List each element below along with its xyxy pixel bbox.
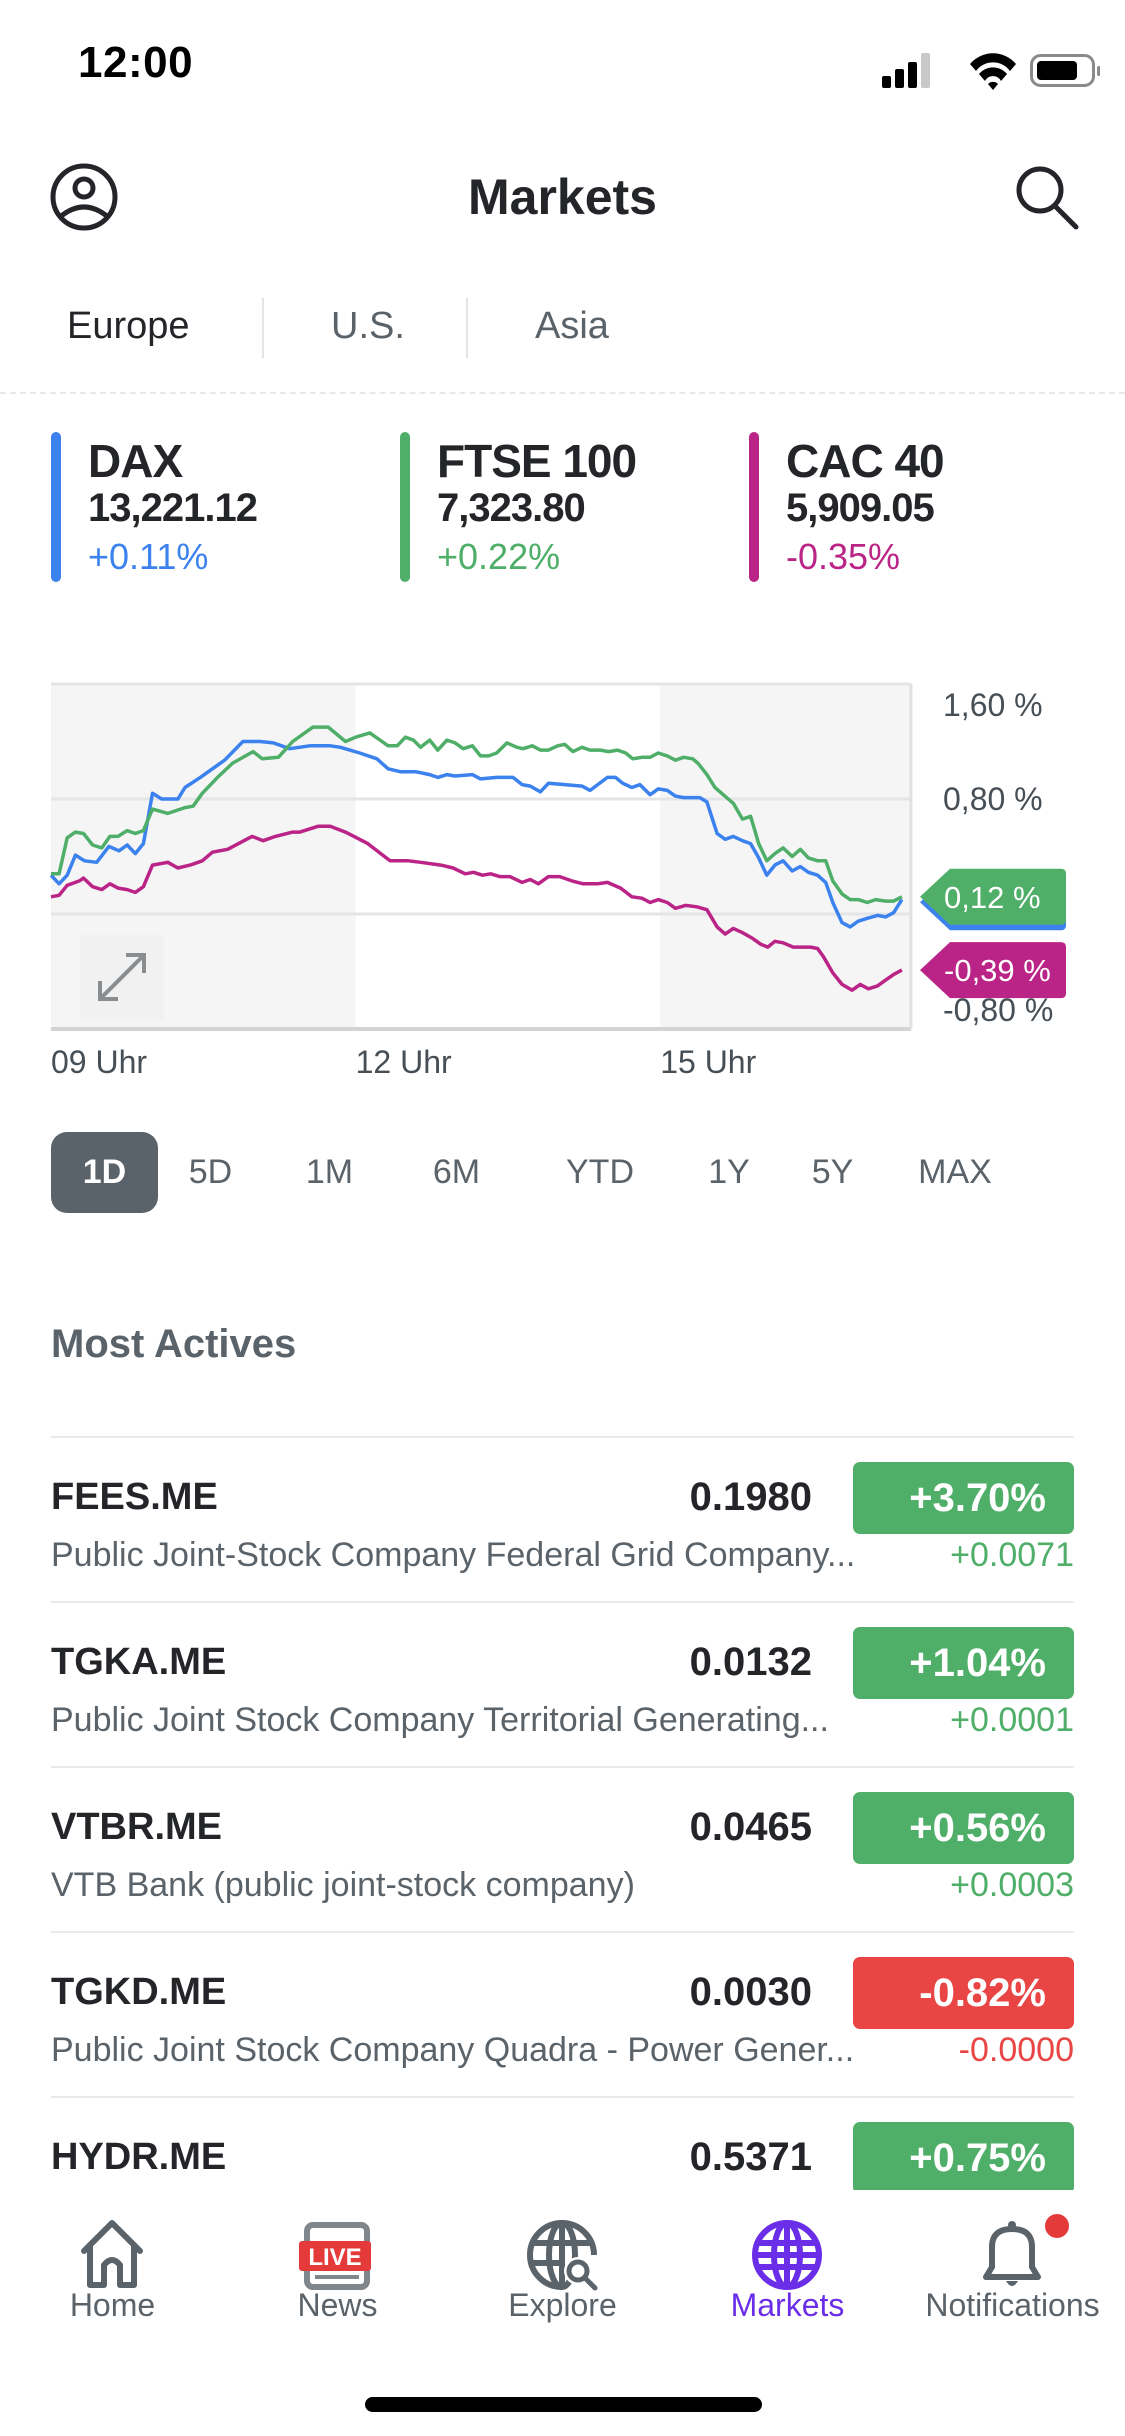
range-button-1y[interactable]: 1Y bbox=[684, 1132, 774, 1213]
change-percent-badge[interactable]: +0.75% bbox=[853, 2122, 1074, 2194]
range-button-5d[interactable]: 5D bbox=[163, 1132, 258, 1213]
tab-news[interactable]: LIVE News bbox=[225, 2205, 450, 2335]
range-button-max[interactable]: MAX bbox=[890, 1132, 1020, 1213]
end-value-label: -0,39 % bbox=[944, 953, 1051, 988]
home-indicator[interactable] bbox=[365, 2397, 762, 2412]
tab-label: News bbox=[297, 2287, 378, 2323]
news-live-icon: LIVE bbox=[299, 2222, 371, 2290]
x-axis-label: 09 Uhr bbox=[51, 1044, 147, 1080]
tab-separator bbox=[466, 298, 468, 358]
section-divider bbox=[0, 392, 1125, 394]
home-icon bbox=[81, 2220, 143, 2288]
tab-europe[interactable]: Europe bbox=[67, 305, 190, 348]
change-percent-badge[interactable]: +0.56% bbox=[853, 1792, 1074, 1864]
tab-notifications[interactable]: Notifications bbox=[900, 2205, 1125, 2335]
company-name: Public Joint Stock Company Territorial G… bbox=[51, 1701, 829, 1739]
y-axis-label: 1,60 % bbox=[943, 687, 1043, 723]
index-value: 13,221.12 bbox=[88, 486, 258, 530]
tab-label: Notifications bbox=[925, 2287, 1100, 2323]
row-divider bbox=[51, 2096, 1074, 2098]
page-title: Markets bbox=[468, 169, 657, 225]
index-change: -0.35% bbox=[786, 536, 901, 577]
tab-label: Home bbox=[69, 2287, 156, 2323]
index-comparison-chart[interactable]: 1,60 %0,80 %-0,80 % 09 Uhr 12 Uhr 15 Uhr 0… bbox=[0, 660, 1125, 1100]
cellular-signal-icon bbox=[882, 53, 930, 88]
stock-ticker: VTBR.ME bbox=[51, 1806, 222, 1848]
index-name: CAC 40 bbox=[786, 435, 945, 487]
expand-chart-button[interactable] bbox=[80, 935, 164, 1019]
range-button-1m[interactable]: 1M bbox=[282, 1132, 377, 1213]
index-change: +0.22% bbox=[437, 536, 561, 577]
company-name: VTB Bank (public joint-stock company) bbox=[51, 1866, 635, 1904]
index-value: 5,909.05 bbox=[786, 486, 935, 530]
tab-label: Explore bbox=[508, 2287, 617, 2323]
tab-separator bbox=[262, 298, 264, 358]
stock-ticker: HYDR.ME bbox=[51, 2136, 227, 2178]
row-divider bbox=[51, 1766, 1074, 1768]
index-name: DAX bbox=[88, 435, 183, 487]
tab-explore[interactable]: Explore bbox=[450, 2205, 675, 2335]
change-percent-badge[interactable]: +1.04% bbox=[853, 1627, 1074, 1699]
change-percent-badge[interactable]: +3.70% bbox=[853, 1462, 1074, 1534]
change-absolute: +0.0071 bbox=[950, 1536, 1074, 1574]
stock-price: 0.0465 bbox=[689, 1805, 812, 1849]
change-absolute: -0.0000 bbox=[958, 2031, 1074, 2069]
index-color-bar bbox=[51, 432, 61, 582]
most-actives-title: Most Actives bbox=[51, 1322, 297, 1366]
status-time: 12:00 bbox=[78, 38, 194, 87]
change-percent-badge[interactable]: -0.82% bbox=[853, 1957, 1074, 2029]
markets-globe-icon bbox=[752, 2220, 822, 2290]
change-absolute: +0.0001 bbox=[950, 1701, 1074, 1739]
stock-price: 0.0132 bbox=[689, 1640, 812, 1684]
range-button-ytd[interactable]: YTD bbox=[540, 1132, 660, 1213]
live-badge-text: LIVE bbox=[308, 2244, 361, 2271]
index-color-bar bbox=[400, 432, 410, 582]
tab-home[interactable]: Home bbox=[0, 2205, 225, 2335]
stock-ticker: FEES.ME bbox=[51, 1476, 218, 1518]
shaded-session-band bbox=[660, 684, 911, 1029]
x-axis-label: 15 Uhr bbox=[660, 1044, 756, 1080]
stock-price: 0.5371 bbox=[689, 2135, 812, 2179]
range-button-6m[interactable]: 6M bbox=[404, 1132, 509, 1213]
company-name: Public Joint-Stock Company Federal Grid … bbox=[51, 1536, 856, 1574]
row-divider bbox=[51, 1601, 1074, 1603]
index-color-bar bbox=[749, 432, 759, 582]
company-name: Public Joint Stock Company Quadra - Powe… bbox=[51, 2031, 855, 2069]
x-axis-label: 12 Uhr bbox=[356, 1044, 452, 1080]
tab-asia[interactable]: Asia bbox=[535, 305, 609, 348]
range-button-5y[interactable]: 5Y bbox=[785, 1132, 880, 1213]
battery-icon bbox=[1030, 54, 1100, 87]
tab-markets[interactable]: Markets bbox=[675, 2205, 900, 2335]
tab-label: Markets bbox=[730, 2287, 845, 2323]
explore-globe-search-icon bbox=[527, 2220, 598, 2291]
wifi-icon bbox=[970, 53, 1016, 90]
stock-price: 0.1980 bbox=[689, 1475, 812, 1519]
stock-price: 0.0030 bbox=[689, 1970, 812, 2014]
index-name: FTSE 100 bbox=[437, 435, 637, 487]
tab-us[interactable]: U.S. bbox=[331, 305, 405, 348]
stock-ticker: TGKA.ME bbox=[51, 1641, 227, 1683]
y-axis-label: 0,80 % bbox=[943, 781, 1043, 817]
index-value: 7,323.80 bbox=[437, 486, 586, 530]
end-value-label: 0,12 % bbox=[944, 880, 1041, 915]
row-divider bbox=[51, 1436, 1074, 1438]
bell-icon bbox=[983, 2221, 1041, 2286]
range-button-1d[interactable]: 1D bbox=[51, 1132, 158, 1213]
index-change: +0.11% bbox=[88, 536, 209, 577]
status-icons bbox=[882, 53, 1100, 90]
unread-dot-icon bbox=[1045, 2214, 1069, 2238]
stock-ticker: TGKD.ME bbox=[51, 1971, 227, 2013]
change-absolute: +0.0003 bbox=[950, 1866, 1074, 1904]
search-icon[interactable] bbox=[1010, 160, 1086, 236]
row-divider bbox=[51, 1931, 1074, 1933]
